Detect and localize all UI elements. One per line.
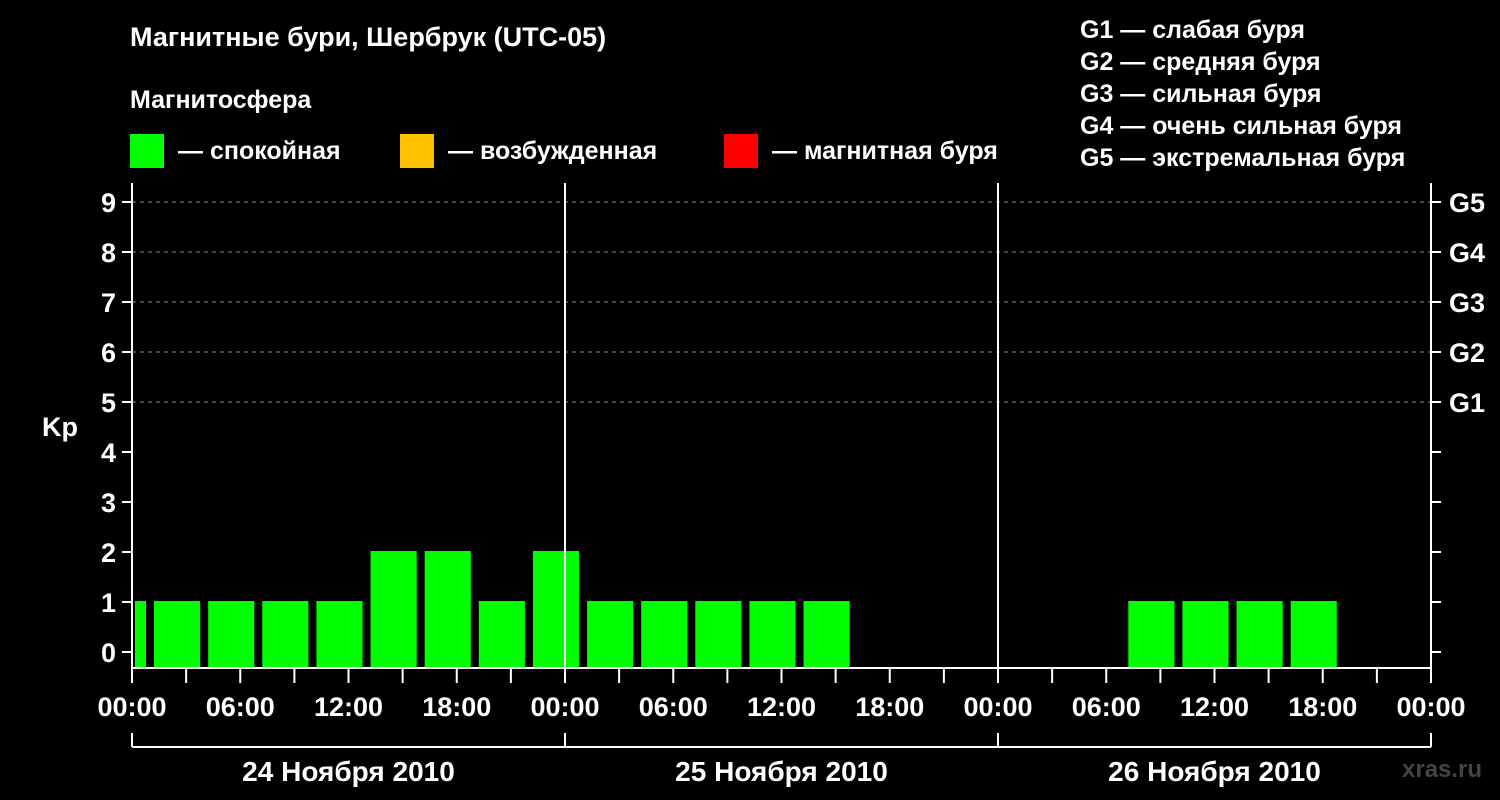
- kp-bar: [262, 601, 309, 668]
- x-tick-label: 18:00: [1288, 692, 1357, 722]
- x-tick-label: 12:00: [314, 692, 383, 722]
- g-level-label: G2: [1449, 338, 1485, 368]
- x-tick-label: 12:00: [747, 692, 816, 722]
- x-tick-label: 00:00: [97, 692, 166, 722]
- kp-bar: [316, 601, 363, 668]
- y-tick-label: 2: [101, 538, 116, 568]
- x-tick-label: 12:00: [1180, 692, 1249, 722]
- y-tick-label: 1: [101, 588, 116, 618]
- y-tick-label: 9: [101, 188, 116, 218]
- kp-bar: [695, 601, 742, 668]
- kp-bar: [749, 601, 796, 668]
- day-label: 24 Ноября 2010: [242, 756, 455, 787]
- x-tick-label: 18:00: [855, 692, 924, 722]
- x-tick-label: 00:00: [1396, 692, 1465, 722]
- kp-bar: [587, 601, 634, 668]
- x-tick-label: 06:00: [206, 692, 275, 722]
- kp-bar: [803, 601, 850, 668]
- y-tick-label: 6: [101, 338, 116, 368]
- x-tick-label: 00:00: [530, 692, 599, 722]
- kp-bar: [208, 601, 255, 668]
- kp-bar: [424, 551, 471, 668]
- x-tick-label: 06:00: [639, 692, 708, 722]
- kp-bar: [1128, 601, 1175, 668]
- day-label: 25 Ноября 2010: [675, 756, 888, 787]
- kp-bar: [478, 601, 525, 668]
- x-tick-label: 18:00: [422, 692, 491, 722]
- g-level-label: G4: [1449, 238, 1485, 268]
- y-tick-label: 3: [101, 488, 116, 518]
- kp-bar: [641, 601, 688, 668]
- y-tick-label: 4: [101, 438, 116, 468]
- kp-bar: [532, 551, 580, 668]
- kp-bar: [370, 551, 417, 668]
- y-tick-label: 8: [101, 238, 116, 268]
- kp-chart: 0 1 2 3 4 5 6 7 8 9 G1 G2 G3 G4 G5 00:00 06:00 12:00 18:00…: [97, 183, 1485, 787]
- x-tick-label: 00:00: [963, 692, 1032, 722]
- day-label: 26 Ноября 2010: [1108, 756, 1321, 787]
- y-tick-label: 5: [101, 388, 116, 418]
- kp-bar: [154, 601, 201, 668]
- g-level-label: G1: [1449, 388, 1485, 418]
- y-tick-label: 0: [101, 638, 116, 668]
- kp-bar: [1236, 601, 1283, 668]
- kp-bar: [1290, 601, 1337, 668]
- g-level-label: G5: [1449, 188, 1485, 218]
- x-tick-label: 06:00: [1072, 692, 1141, 722]
- kp-bar: [1182, 601, 1229, 668]
- kp-bar: [135, 601, 147, 668]
- g-level-label: G3: [1449, 288, 1485, 318]
- y-tick-label: 7: [101, 288, 116, 318]
